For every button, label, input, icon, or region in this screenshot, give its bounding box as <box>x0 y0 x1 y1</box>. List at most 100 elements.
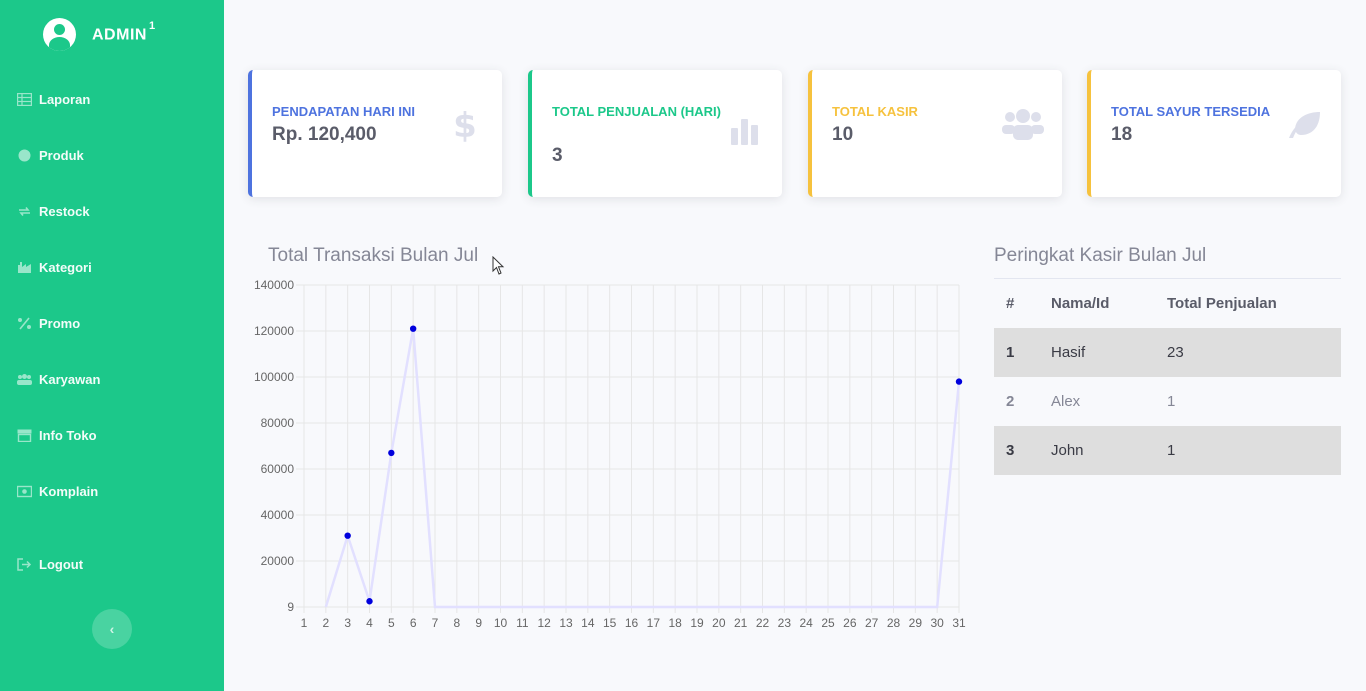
card-label: TOTAL SAYUR TERSEDIA <box>1111 104 1271 119</box>
sidebar-toggle-button[interactable]: ‹ <box>92 609 132 649</box>
card-label: TOTAL KASIR <box>832 104 918 119</box>
data-point <box>409 325 417 332</box>
sidebar-item-info-toko[interactable]: Info Toko <box>0 417 224 453</box>
card-label: PENDAPATAN HARI INI <box>272 104 415 119</box>
x-tick-label: 13 <box>559 616 573 630</box>
brand-title: ADMIN1 <box>92 19 156 44</box>
x-tick-label: 16 <box>625 616 639 630</box>
x-tick-label: 19 <box>690 616 704 630</box>
x-tick-label: 31 <box>952 616 966 630</box>
card-penjualan: TOTAL PENJUALAN (HARI) 3 <box>528 70 782 197</box>
dollar-icon: $ <box>446 106 484 144</box>
sidebar-item-label: Promo <box>39 315 81 331</box>
sidebar-item-produk[interactable]: Produk <box>0 137 224 173</box>
y-tick-label: 20000 <box>261 554 295 568</box>
chart-title: Total Transaksi Bulan Jul <box>268 245 479 266</box>
data-point <box>955 378 963 385</box>
x-tick-label: 2 <box>322 616 329 630</box>
x-tick-label: 6 <box>410 616 417 630</box>
table-row: 2 Alex 1 <box>994 377 1341 426</box>
percent-icon <box>17 316 32 330</box>
users-icon <box>17 373 32 386</box>
logout-icon <box>17 557 32 571</box>
cell-name: Alex <box>1051 393 1081 410</box>
data-point <box>388 449 395 457</box>
x-tick-label: 18 <box>668 616 682 630</box>
money-icon <box>17 485 32 498</box>
sidebar-item-label: Produk <box>39 147 84 163</box>
column-header-total: Total Penjualan <box>1167 294 1277 312</box>
cell-rank: 3 <box>1006 442 1015 459</box>
store-icon <box>17 429 32 442</box>
chevron-left-icon: ‹ <box>109 621 115 637</box>
x-tick-label: 28 <box>887 616 901 630</box>
sidebar-item-label: Kategori <box>39 259 92 275</box>
table-row: 3 John 1 <box>994 426 1341 475</box>
x-tick-label: 29 <box>909 616 923 630</box>
sidebar-item-kategori[interactable]: Kategori <box>0 249 224 285</box>
y-tick-label: 140000 <box>254 278 294 292</box>
y-tick-label: 9 <box>287 600 294 614</box>
sidebar-item-logout[interactable]: Logout <box>0 546 224 582</box>
ranking-title: Peringkat Kasir Bulan Jul <box>994 245 1207 266</box>
circle-icon <box>17 149 32 162</box>
cell-rank: 1 <box>1006 344 1015 361</box>
x-tick-label: 8 <box>453 616 460 630</box>
x-tick-label: 7 <box>432 616 439 630</box>
x-tick-label: 4 <box>366 616 373 630</box>
x-tick-label: 25 <box>821 616 835 630</box>
data-point <box>344 532 351 539</box>
y-tick-label: 120000 <box>254 324 294 338</box>
card-value: 10 <box>832 124 854 145</box>
cell-total: 23 <box>1167 344 1184 361</box>
sidebar-item-label: Karyawan <box>39 371 101 387</box>
users-icon <box>1002 106 1044 144</box>
data-point <box>366 598 373 605</box>
x-tick-label: 1 <box>301 616 308 630</box>
sidebar-item-komplain[interactable]: Komplain <box>0 473 224 509</box>
x-tick-label: 21 <box>734 616 748 630</box>
x-tick-label: 27 <box>865 616 879 630</box>
sidebar-item-label: Restock <box>39 203 90 219</box>
card-label: TOTAL PENJUALAN (HARI) <box>552 104 721 119</box>
card-sayur: TOTAL SAYUR TERSEDIA 18 <box>1087 70 1341 197</box>
sidebar-brand[interactable]: ADMIN1 <box>0 0 224 68</box>
sidebar-item-promo[interactable]: Promo <box>0 305 224 341</box>
cell-name: John <box>1051 442 1084 459</box>
x-tick-label: 14 <box>581 616 595 630</box>
column-header-rank: # <box>1006 294 1015 312</box>
y-tick-label: 100000 <box>254 370 294 384</box>
sidebar-item-label: Laporan <box>39 91 91 107</box>
x-tick-label: 5 <box>388 616 395 630</box>
card-pendapatan: PENDAPATAN HARI INI Rp. 120,400 $ <box>248 70 502 197</box>
leaf-icon <box>1285 106 1323 144</box>
cell-total: 1 <box>1167 442 1176 459</box>
cell-name: Hasif <box>1051 344 1086 361</box>
svg-text:$: $ <box>453 107 477 143</box>
card-value: 3 <box>552 145 563 166</box>
x-tick-label: 24 <box>799 616 813 630</box>
sidebar-item-label: Logout <box>39 556 84 572</box>
x-tick-label: 26 <box>843 616 857 630</box>
x-tick-label: 30 <box>930 616 944 630</box>
sidebar-item-label: Komplain <box>39 483 99 499</box>
ranking-table-header: # Nama/Id Total Penjualan <box>994 279 1341 327</box>
y-tick-label: 60000 <box>261 462 295 476</box>
x-tick-label: 17 <box>647 616 661 630</box>
series-line <box>324 328 961 609</box>
sync-icon <box>17 205 32 218</box>
sidebar-item-laporan[interactable]: Laporan <box>0 81 224 117</box>
sidebar: ADMIN1 Laporan Produk Restock Kategori P… <box>0 0 224 691</box>
sidebar-item-karyawan[interactable]: Karyawan <box>0 361 224 397</box>
bar-chart-icon <box>726 112 764 150</box>
transaction-line-chart: 9 20000 40000 60000 80000 100000 120000 140000 1… <box>254 278 966 630</box>
cell-total: 1 <box>1167 393 1176 410</box>
x-tick-label: 15 <box>603 616 617 630</box>
x-tick-label: 11 <box>516 616 529 630</box>
sidebar-item-restock[interactable]: Restock <box>0 193 224 229</box>
user-avatar-icon <box>43 17 76 51</box>
mouse-cursor-icon <box>492 256 505 275</box>
x-tick-label: 10 <box>494 616 508 630</box>
sidebar-item-label: Info Toko <box>39 427 97 443</box>
card-value: 18 <box>1111 124 1133 145</box>
